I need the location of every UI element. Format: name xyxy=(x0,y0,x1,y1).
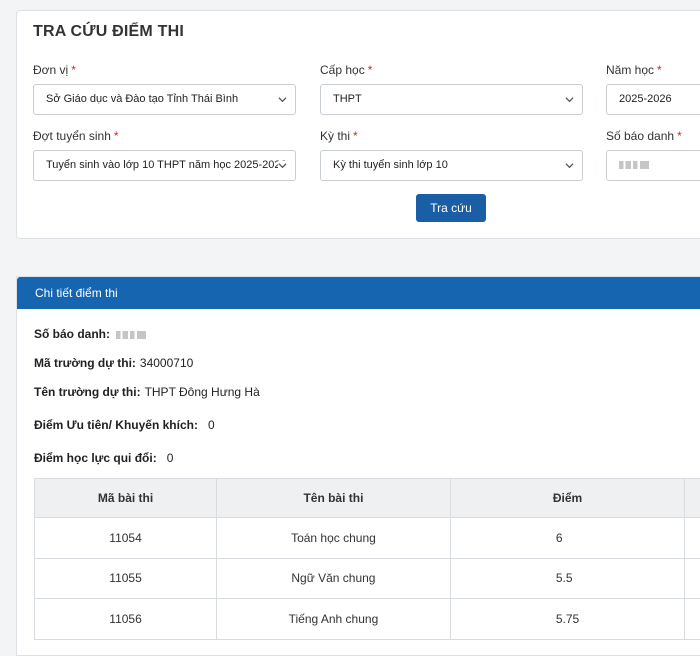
cap-hoc-field: Cấp học* THPT xyxy=(320,63,583,115)
masked-value xyxy=(116,331,146,339)
info-ma-truong: Mã trường dự thi:34000710 xyxy=(34,356,193,370)
info-diem-uu-tien: Điểm Ưu tiên/ Khuyến khích:0 xyxy=(34,418,215,432)
chevron-down-icon xyxy=(565,161,574,170)
cap-hoc-label: Cấp học* xyxy=(320,63,583,79)
dot-tuyen-sinh-field: Đợt tuyển sinh* Tuyển sinh vào lớp 10 TH… xyxy=(33,129,296,181)
nam-hoc-label: Năm học* xyxy=(606,63,700,79)
column-header: Tên bài thi xyxy=(217,479,451,518)
cap-hoc-select[interactable]: THPT xyxy=(320,84,583,115)
chevron-down-icon xyxy=(278,95,287,104)
table-cell: 5.5 xyxy=(450,558,684,599)
info-diem-hoc-luc: Điểm học lực qui đổi:0 xyxy=(34,451,173,465)
table-row: 11055 Ngữ Văn chung 5.5 xyxy=(35,558,700,599)
ky-thi-field: Kỳ thi* Kỳ thi tuyển sinh lớp 10 xyxy=(320,129,583,181)
column-header xyxy=(685,479,700,518)
table-cell: 5.75 xyxy=(450,599,684,640)
table-cell: Ngữ Văn chung xyxy=(217,558,451,599)
ky-thi-label: Kỳ thi* xyxy=(320,129,583,145)
so-bao-danh-label: Số báo danh* xyxy=(606,129,700,145)
table-cell xyxy=(685,558,700,599)
don-vi-select[interactable]: Sở Giáo dục và Đào tạo Tỉnh Thái Bình xyxy=(33,84,296,115)
dot-tuyen-sinh-label: Đợt tuyển sinh* xyxy=(33,129,296,145)
don-vi-label: Đơn vị* xyxy=(33,63,296,79)
page-title: TRA CỨU ĐIỂM THI xyxy=(33,23,184,41)
column-header: Điểm xyxy=(450,479,684,518)
column-header: Mã bài thi xyxy=(35,479,217,518)
chevron-down-icon xyxy=(565,95,574,104)
masked-value xyxy=(619,161,649,169)
info-ten-truong: Tên trường dự thi:THPT Đông Hưng Hà xyxy=(34,385,260,399)
detail-header: Chi tiết điểm thi xyxy=(17,277,700,309)
info-so-bao-danh: Số báo danh: xyxy=(34,327,146,341)
detail-card: Chi tiết điểm thi Số báo danh: Mã trường… xyxy=(16,276,700,656)
table-cell: 11055 xyxy=(35,558,217,599)
table-row: 11056 Tiếng Anh chung 5.75 xyxy=(35,599,700,640)
so-bao-danh-input[interactable] xyxy=(606,150,700,181)
table-cell xyxy=(685,518,700,559)
nam-hoc-select[interactable]: 2025-2026 xyxy=(606,84,700,115)
table-cell: Tiếng Anh chung xyxy=(217,599,451,640)
search-button[interactable]: Tra cứu xyxy=(416,194,486,222)
table-cell: 11054 xyxy=(35,518,217,559)
table-cell: 6 xyxy=(450,518,684,559)
table-cell: Toán học chung xyxy=(217,518,451,559)
table-cell: 11056 xyxy=(35,599,217,640)
so-bao-danh-field: Số báo danh* xyxy=(606,129,700,181)
dot-tuyen-sinh-select[interactable]: Tuyển sinh vào lớp 10 THPT năm học 2025-… xyxy=(33,150,296,181)
ky-thi-select[interactable]: Kỳ thi tuyển sinh lớp 10 xyxy=(320,150,583,181)
don-vi-field: Đơn vị* Sở Giáo dục và Đào tạo Tỉnh Thái… xyxy=(33,63,296,115)
chevron-down-icon xyxy=(278,161,287,170)
table-cell xyxy=(685,599,700,640)
score-table: Mã bài thi Tên bài thi Điểm 11054 Toán h… xyxy=(34,478,700,640)
table-header-row: Mã bài thi Tên bài thi Điểm xyxy=(35,479,700,518)
table-row: 11054 Toán học chung 6 xyxy=(35,518,700,559)
search-card: TRA CỨU ĐIỂM THI Đơn vị* Sở Giáo dục và … xyxy=(16,10,700,239)
nam-hoc-field: Năm học* 2025-2026 xyxy=(606,63,700,115)
